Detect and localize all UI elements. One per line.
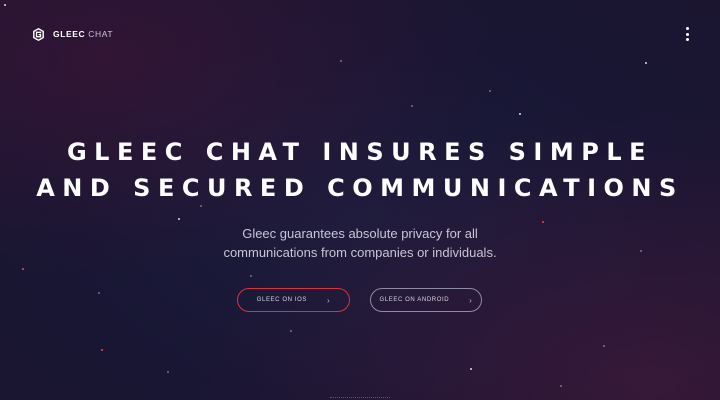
hero-subtitle-line-1: Gleec guarantees absolute privacy for al…: [242, 226, 478, 241]
ios-button-label: GLEEC ON IOS: [256, 297, 307, 303]
android-button-label: GLEEC ON ANDROID: [379, 297, 450, 303]
hero-title-line-2: AND SECURED COMMUNICATIONS: [36, 174, 684, 202]
hero-title: GLEEC CHAT INSURES SIMPLE AND SECURED CO…: [0, 134, 720, 206]
brand-name-strong: GLEEC: [53, 29, 86, 39]
hero-title-line-1: GLEEC CHAT INSURES SIMPLE: [66, 138, 654, 166]
brand-logo[interactable]: GLEEC CHAT: [33, 27, 113, 41]
menu-dot: [685, 38, 689, 41]
gleec-on-android-button[interactable]: GLEEC ON ANDROID ›: [370, 288, 482, 312]
gleec-logo-icon: [33, 27, 44, 41]
brand-name: GLEEC CHAT: [53, 29, 113, 39]
top-header: GLEEC CHAT: [33, 26, 692, 42]
menu-dot: [685, 27, 689, 30]
hero-subtitle: Gleec guarantees absolute privacy for al…: [0, 224, 720, 262]
hero-subtitle-line-2: communications from companies or individ…: [223, 245, 497, 260]
vertical-dots-icon[interactable]: [682, 26, 692, 42]
brand-name-light: CHAT: [88, 29, 114, 39]
chevron-right-icon: ›: [469, 295, 473, 305]
menu-dot: [685, 32, 689, 36]
gleec-on-ios-button[interactable]: GLEEC ON IOS ›: [237, 288, 350, 312]
chevron-right-icon: ›: [326, 295, 331, 305]
